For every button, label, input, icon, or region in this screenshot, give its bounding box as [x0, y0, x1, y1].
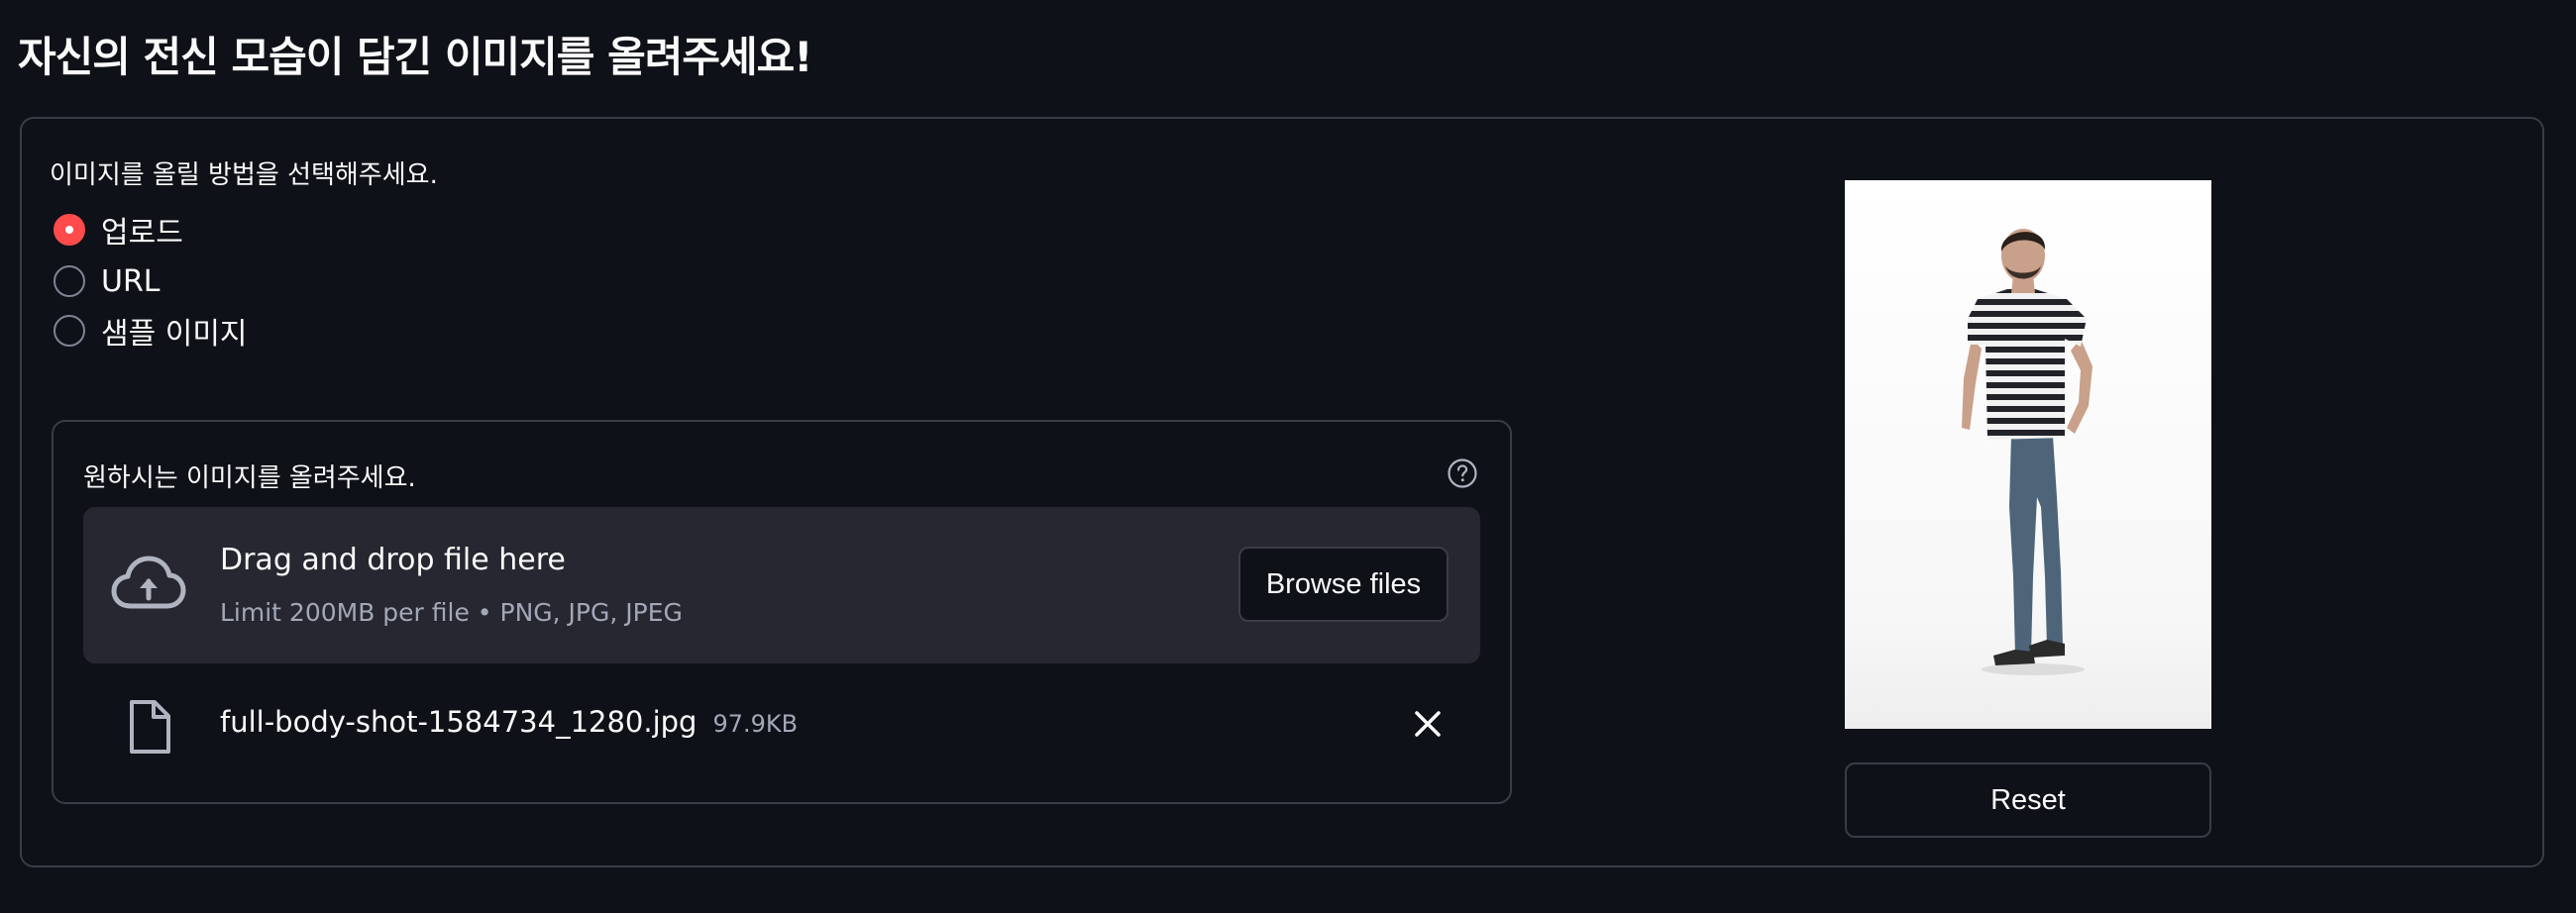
file-icon	[130, 700, 170, 754]
radio-unchecked-icon[interactable]	[54, 265, 85, 297]
file-name: full-body-shot-1584734_1280.jpg	[220, 705, 698, 739]
radio-option-upload[interactable]: 업로드	[54, 210, 183, 251]
radio-checked-icon[interactable]	[54, 214, 85, 246]
radio-option-label: URL	[101, 263, 161, 299]
radio-option-sample[interactable]: 샘플 이미지	[54, 311, 248, 352]
browse-files-button[interactable]: Browse files	[1238, 547, 1449, 622]
uploader-label: 원하시는 이미지를 올려주세요.	[83, 463, 416, 493]
close-icon[interactable]	[1411, 707, 1445, 741]
radio-option-label: 업로드	[101, 216, 183, 251]
reset-button[interactable]: Reset	[1845, 762, 2211, 838]
person-photo	[1845, 180, 2211, 729]
dropzone-title: Drag and drop file here	[220, 543, 566, 577]
page-title: 자신의 전신 모습이 담긴 이미지를 올려주세요!	[18, 33, 812, 81]
dropzone-limit: Limit 200MB per file • PNG, JPG, JPEG	[220, 598, 683, 627]
radio-unchecked-icon[interactable]	[54, 315, 85, 347]
radio-option-url[interactable]: URL	[54, 261, 161, 301]
uploaded-file: full-body-shot-1584734_1280.jpg 97.9KB	[220, 705, 798, 739]
cloud-upload-icon	[111, 556, 186, 609]
question-circle-icon[interactable]	[1447, 457, 1478, 489]
source-radio-prompt: 이미지를 올릴 방법을 선택해주세요.	[50, 160, 438, 190]
radio-option-label: 샘플 이미지	[101, 317, 248, 352]
preview-image	[1845, 180, 2211, 729]
file-size: 97.9KB	[712, 710, 799, 738]
